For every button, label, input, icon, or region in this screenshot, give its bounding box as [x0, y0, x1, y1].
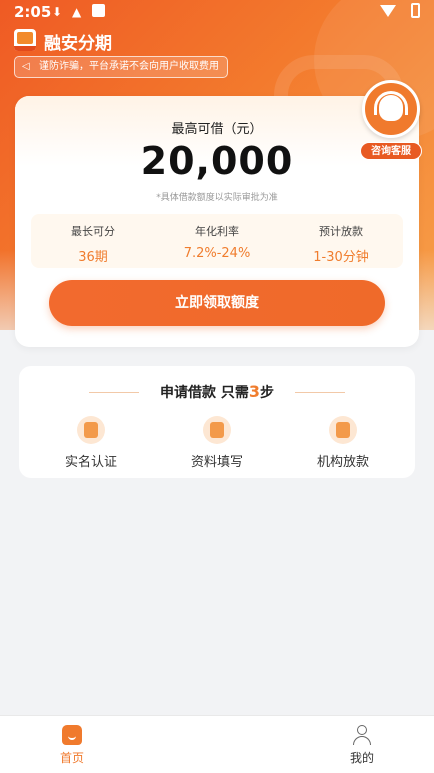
bottom-tab-bar: 首页 我的 [0, 715, 434, 773]
customer-service-label: 咨询客服 [360, 142, 422, 160]
status-bar: 2:05 ⬇ ▲ [0, 0, 434, 24]
limit-note: *具体借款额度以实际审批为准 [156, 193, 278, 203]
app-notification-icon [92, 4, 105, 17]
app-logo-icon [14, 29, 36, 51]
step-label: 实名认证 [64, 455, 117, 470]
status-time: 2:05 [14, 3, 52, 21]
anti-fraud-notice: ◁ 谨防诈骗，平台承诺不会向用户收取费用 [14, 56, 228, 78]
steps-title-suffix: 步 [260, 385, 274, 401]
step-label: 资料填写 [190, 455, 243, 470]
steps-title: 申请借款 只需3步 [159, 382, 274, 401]
battery-icon [411, 3, 420, 18]
speaker-icon: ◁ [22, 61, 30, 72]
face-shape [379, 95, 403, 121]
info-value: 36期 [78, 250, 108, 265]
loan-info-box: 最长可分 36期 年化利率 7.2%-24% 预计放款 1-30分钟 [31, 214, 403, 268]
step-fill-info: 资料填写 [167, 416, 267, 470]
notification-icon: ▲ [72, 5, 82, 19]
customer-service-button[interactable]: 咨询客服 [360, 80, 422, 162]
info-label: 最长可分 [71, 225, 115, 238]
home-icon [62, 725, 82, 745]
form-edit-icon [203, 416, 231, 444]
step-label: 机构放款 [316, 455, 369, 470]
step-disbursement: 机构放款 [293, 416, 393, 470]
divider-left [89, 392, 139, 393]
info-label: 预计放款 [319, 225, 363, 238]
tab-profile[interactable]: 我的 [312, 716, 412, 773]
claim-limit-button[interactable]: 立即领取额度 [49, 280, 385, 326]
customer-service-icon [362, 80, 420, 138]
download-icon: ⬇ [52, 5, 63, 19]
info-disbursement: 预计放款 1-30分钟 [279, 214, 403, 268]
app-name: 融安分期 [44, 34, 112, 54]
loan-limit-card: 最高可借（元） 20,000 *具体借款额度以实际审批为准 最长可分 36期 年… [15, 96, 419, 347]
step-real-name-verify: 实名认证 [41, 416, 141, 470]
steps-card: 申请借款 只需3步 实名认证 资料填写 机构放款 [19, 366, 415, 478]
info-label: 年化利率 [195, 225, 239, 238]
tab-label: 首页 [59, 751, 84, 765]
tab-home[interactable]: 首页 [22, 716, 122, 773]
steps-title-row: 申请借款 只需3步 [19, 382, 415, 402]
info-term: 最长可分 36期 [31, 214, 155, 268]
divider-right [295, 392, 345, 393]
info-rate: 年化利率 7.2%-24% [155, 214, 279, 268]
notice-text: 谨防诈骗，平台承诺不会向用户收取费用 [39, 61, 219, 72]
steps-count: 3 [248, 382, 260, 401]
info-value: 1-30分钟 [313, 250, 369, 265]
tab-label: 我的 [349, 751, 374, 765]
profile-icon [352, 725, 372, 745]
user-verify-icon [77, 416, 105, 444]
wifi-icon [380, 5, 396, 17]
steps-title-prefix: 申请借款 只需 [159, 385, 249, 401]
info-value: 7.2%-24% [183, 246, 251, 261]
limit-title: 最高可借（元） [171, 122, 263, 137]
limit-amount: 20,000 [140, 139, 294, 183]
money-down-icon [329, 416, 357, 444]
